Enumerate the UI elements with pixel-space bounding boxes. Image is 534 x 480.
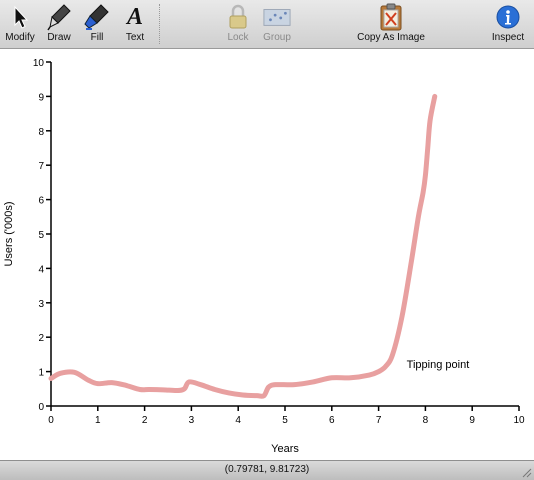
y-tick-label: 0 (38, 402, 44, 413)
x-tick-label: 5 (282, 415, 288, 426)
inspect-tool[interactable]: Inspect (488, 2, 528, 48)
y-axis-label: Users ('000s) (3, 201, 15, 266)
y-tick-label: 6 (38, 196, 44, 207)
text-label: Text (125, 32, 145, 43)
group-icon (263, 2, 291, 32)
y-tick-label: 5 (38, 230, 44, 241)
y-tick-label: 2 (38, 333, 44, 344)
plot-area[interactable]: 0 1 2 3 4 5 6 7 8 9 10 0 1 2 3 4 5 6 7 8 9 10 Years Users ('0… (0, 49, 534, 460)
lock-tool[interactable]: Lock (222, 2, 254, 48)
cursor-coordinates: (0.79781, 9.81723) (224, 464, 310, 475)
draw-tool[interactable]: Draw (44, 2, 74, 48)
y-tick-label: 1 (38, 368, 44, 379)
x-tick-label: 3 (189, 415, 195, 426)
fill-label: Fill (90, 32, 104, 43)
status-bar: (0.79781, 9.81723) (0, 460, 534, 480)
group-label: Group (263, 32, 291, 43)
copy-as-image-tool[interactable]: Copy As Image (352, 2, 430, 48)
series-line (48, 93, 438, 399)
x-tick-label: 9 (469, 415, 475, 426)
arrow-pointer-icon (6, 2, 34, 32)
info-icon (494, 2, 522, 32)
copy-as-image-label: Copy As Image (357, 32, 425, 43)
y-tick-label: 3 (38, 299, 44, 310)
group-tool[interactable]: Group (260, 2, 294, 48)
text-tool[interactable]: A Text (120, 2, 150, 48)
resize-grip[interactable] (520, 466, 532, 478)
x-axis-label: Years (271, 443, 299, 455)
y-tick-label: 4 (38, 264, 44, 275)
padlock-icon (224, 2, 252, 32)
chart-axes (50, 62, 519, 407)
y-tick-label: 10 (33, 58, 45, 69)
x-tick-label: 4 (235, 415, 241, 426)
clipboard-icon (377, 2, 405, 32)
y-tick-label: 7 (38, 161, 44, 172)
inspect-label: Inspect (491, 32, 525, 43)
draw-label: Draw (47, 32, 71, 43)
x-tick-label: 7 (376, 415, 382, 426)
modify-tool[interactable]: Modify (4, 2, 36, 48)
x-tick-label: 2 (142, 415, 148, 426)
x-tick-label: 0 (48, 415, 54, 426)
x-tick-label: 6 (329, 415, 335, 426)
pen-icon (45, 2, 73, 32)
fill-marker-icon (83, 2, 111, 32)
fill-tool[interactable]: Fill (82, 2, 112, 48)
y-tick-label: 8 (38, 127, 44, 138)
x-tick-label: 8 (423, 415, 429, 426)
line-chart: 0 1 2 3 4 5 6 7 8 9 10 0 1 2 3 4 5 6 7 8 9 10 Years Users ('0… (3, 58, 525, 455)
annotation-tipping-point: Tipping point (407, 359, 470, 371)
text-A-icon: A (126, 3, 143, 30)
x-tick-label: 10 (513, 415, 525, 426)
toolbar-separator (159, 4, 160, 44)
modify-label: Modify (5, 32, 35, 43)
x-tick-label: 1 (95, 415, 101, 426)
lock-label: Lock (227, 32, 249, 43)
toolbar: Modify Draw Fill A Text Lock Group Copy … (0, 0, 534, 49)
y-tick-label: 9 (38, 92, 44, 103)
